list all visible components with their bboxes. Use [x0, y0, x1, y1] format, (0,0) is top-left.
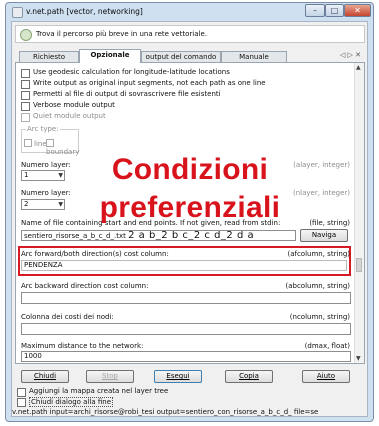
ncolumn-input[interactable]	[21, 323, 351, 335]
close-window-button[interactable]: ✕	[344, 4, 371, 17]
checkbox-box[interactable]	[24, 139, 32, 147]
arc-type-group: Arc type: line boundary	[21, 125, 79, 156]
tab-navigation-arrows[interactable]: ◁ ▷ ✕	[340, 51, 361, 59]
command-line-status: v.net.path input=archi_risorse@robi_tesi…	[12, 408, 319, 416]
maximize-button[interactable]: □	[325, 4, 344, 17]
checkbox-label: Permetti al file di output di sovrascriv…	[33, 90, 221, 98]
ncolumn-label: Colonna dei costi dei nodi:	[21, 313, 114, 321]
checkbox-box[interactable]	[21, 80, 30, 89]
arc-type-legend: Arc type:	[26, 125, 60, 133]
arc-type-line-option[interactable]: line	[24, 139, 47, 148]
tab-richiesto[interactable]: Richiesto	[19, 51, 79, 62]
module-description: Trova il percorso più breve in una rete …	[15, 25, 365, 43]
checkbox-label: Quiet module output	[33, 112, 106, 120]
browse-button[interactable]: Naviga	[300, 229, 348, 242]
checkbox-box[interactable]	[21, 102, 30, 111]
checkbox-box[interactable]	[21, 113, 30, 122]
dialog-window: v.net.path [vector, networking] – □ ✕ Tr…	[5, 2, 374, 422]
button-label: Esegui	[166, 372, 190, 380]
stop-button[interactable]: Stop	[86, 370, 134, 383]
dialog-body: Trova il percorso più breve in una rete …	[11, 21, 368, 417]
scroll-up-arrow-icon[interactable]: ▲	[356, 64, 361, 71]
checkbox-label: Write output as original input segments,…	[33, 79, 266, 87]
window-title: v.net.path [vector, networking]	[26, 7, 143, 16]
abcolumn-label: Arc backward direction cost column:	[21, 282, 149, 290]
button-label: Copia	[239, 372, 259, 380]
afcolumn-label: Arc forward/both direction(s) cost colum…	[21, 250, 169, 258]
module-icon	[20, 29, 32, 41]
file-input[interactable]: sentiero_risorse_a_b_c_d_.txt 2 a b_2 b …	[21, 230, 296, 241]
minimize-button[interactable]: –	[305, 4, 325, 17]
afcolumn-input[interactable]: PENDENZA	[21, 260, 347, 271]
annotation-line-1: Condizioni	[111, 153, 269, 186]
checkbox-label: Use geodesic calculation for longitude-l…	[33, 68, 230, 76]
app-icon	[12, 7, 23, 18]
checkbox-box[interactable]	[46, 139, 54, 147]
tab-bar: Richiesto Opzionale output del comando M…	[15, 49, 365, 63]
help-button[interactable]: Aiuto	[302, 370, 350, 383]
scrollbar-thumb[interactable]	[356, 258, 362, 272]
tab-output[interactable]: output del comando	[141, 51, 221, 62]
checkbox-box[interactable]	[17, 398, 26, 407]
panel-scrollbar[interactable]: ▲ ▼	[354, 63, 364, 363]
scroll-down-arrow-icon[interactable]: ▼	[356, 355, 361, 362]
afcolumn-hint: (afcolumn, string)	[287, 250, 350, 258]
abcolumn-input[interactable]	[21, 292, 351, 304]
option-label: line	[34, 140, 47, 148]
tab-opzionale[interactable]: Opzionale	[79, 49, 141, 63]
copy-button[interactable]: Copia	[225, 370, 273, 383]
title-bar: v.net.path [vector, networking] – □ ✕	[6, 3, 373, 21]
button-label: Aiuto	[316, 372, 336, 380]
checkbox-box[interactable]	[17, 388, 26, 397]
checkbox-label: Verbose module output	[33, 101, 115, 109]
dmax-input[interactable]: 1000	[21, 351, 351, 362]
checkbox-box[interactable]	[21, 91, 30, 100]
annotation-line-2: preferenziali	[99, 191, 281, 224]
checkbox-label: Aggiungi la mappa creata nel layer tree	[29, 387, 169, 395]
tab-manuale[interactable]: Manuale	[221, 51, 287, 62]
dmax-hint: (dmax, float)	[304, 342, 350, 350]
file-value: sentiero_risorse_a_b_c_d_.txt	[24, 232, 126, 240]
description-text: Trova il percorso più breve in una rete …	[36, 30, 207, 38]
file-extra-text: 2 a b_2 b c_2 c d_2 d a	[128, 230, 255, 241]
options-panel: Use geodesic calculation for longitude-l…	[15, 62, 365, 364]
checkbox-label: Chiudi dialogo alla fine	[29, 397, 114, 407]
run-button[interactable]: Esegui	[154, 370, 202, 383]
close-button[interactable]: Chiudi	[21, 370, 69, 383]
ncolumn-hint: (ncolumn, string)	[289, 313, 350, 321]
abcolumn-hint: (abcolumn, string)	[285, 282, 350, 290]
checkbox-box[interactable]	[21, 69, 30, 78]
button-label: Chiudi	[33, 372, 57, 380]
dmax-label: Maximum distance to the network:	[21, 342, 144, 350]
button-label: Stop	[102, 372, 118, 380]
